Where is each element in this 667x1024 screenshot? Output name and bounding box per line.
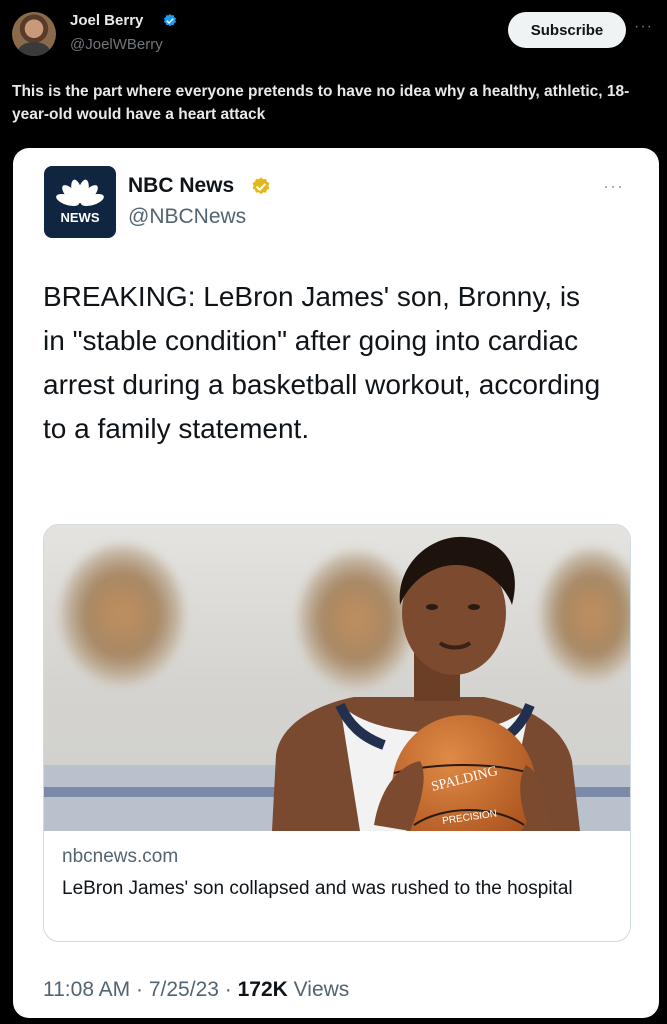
post-meta: 11:08 AM · 7/25/23 · 172K Views (43, 978, 349, 1002)
post-header: Joel Berry @JoelWBerry Subscribe ··· (0, 0, 667, 70)
meta-separator: · (136, 978, 144, 1001)
views-label: Views (293, 978, 350, 1001)
quoted-post-text: BREAKING: LeBron James' son, Bronny, is … (43, 281, 601, 444)
author-handle[interactable]: @JoelWBerry (70, 36, 163, 53)
more-options-icon[interactable]: ··· (634, 18, 653, 36)
author-avatar[interactable] (12, 12, 56, 56)
article-photo[interactable]: SPALDING PRECISION (44, 525, 630, 831)
verified-org-badge-icon (252, 177, 270, 195)
peacock-icon (56, 179, 104, 207)
post-date[interactable]: 7/25/23 (149, 978, 219, 1001)
link-preview-card[interactable]: SPALDING PRECISION nbcnews.com LeBron Ja… (43, 524, 631, 942)
quoted-author-name[interactable]: NBC News (128, 174, 234, 198)
meta-separator-2: · (224, 978, 232, 1001)
views-count: 172K (237, 978, 288, 1001)
logo-news-text: NEWS (60, 210, 100, 225)
nbc-news-logo[interactable]: NEWS (44, 166, 116, 238)
quoted-post[interactable]: NEWS NBC News @NBCNews ··· BREAKING: LeB… (13, 148, 659, 1018)
quoted-author-handle[interactable]: @NBCNews (128, 205, 246, 229)
author-name[interactable]: Joel Berry (70, 12, 143, 29)
post-time[interactable]: 11:08 AM (43, 978, 130, 1001)
verified-badge-icon (163, 14, 177, 27)
quoted-more-options-icon[interactable]: ··· (603, 176, 624, 197)
link-title[interactable]: LeBron James' son collapsed and was rush… (62, 875, 602, 903)
link-domain: nbcnews.com (62, 846, 179, 867)
subscribe-button[interactable]: Subscribe (508, 12, 626, 48)
post-text: This is the part where everyone pretends… (12, 83, 630, 123)
